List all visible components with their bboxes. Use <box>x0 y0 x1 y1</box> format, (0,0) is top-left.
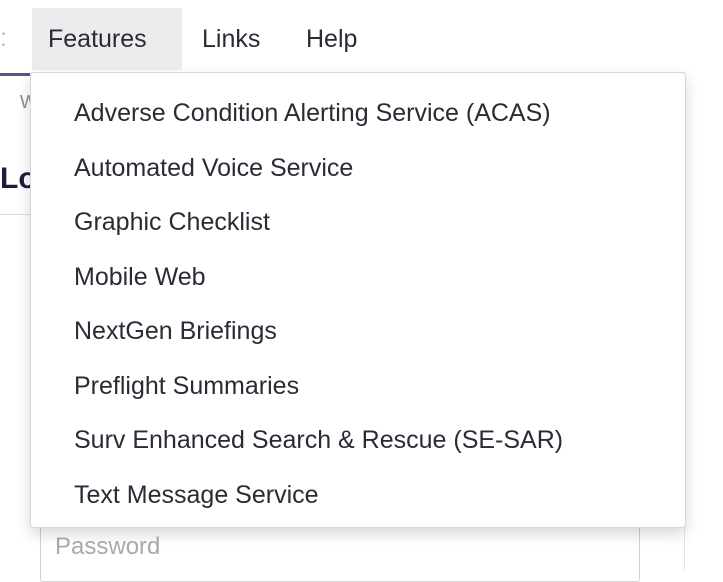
nav-item-help[interactable]: Help <box>290 8 384 70</box>
nav-item-links[interactable]: Links <box>186 8 284 70</box>
nav-item-fragment: : <box>0 24 7 52</box>
menu-item-mobile-web[interactable]: Mobile Web <box>31 250 685 305</box>
features-dropdown-menu: Adverse Condition Alerting Service (ACAS… <box>30 72 686 528</box>
menu-item-acas[interactable]: Adverse Condition Alerting Service (ACAS… <box>31 86 685 141</box>
menu-item-text-message-service[interactable]: Text Message Service <box>31 468 685 523</box>
active-tab-underline <box>0 73 30 76</box>
menu-item-preflight-summaries[interactable]: Preflight Summaries <box>31 359 685 414</box>
menu-item-se-sar[interactable]: Surv Enhanced Search & Rescue (SE-SAR) <box>31 413 685 468</box>
top-navbar: : Features Links Help <box>0 0 723 76</box>
section-divider <box>0 214 34 215</box>
menu-item-automated-voice-service[interactable]: Automated Voice Service <box>31 141 685 196</box>
menu-item-graphic-checklist[interactable]: Graphic Checklist <box>31 195 685 250</box>
menu-item-nextgen-briefings[interactable]: NextGen Briefings <box>31 304 685 359</box>
nav-item-features[interactable]: Features <box>32 8 182 70</box>
